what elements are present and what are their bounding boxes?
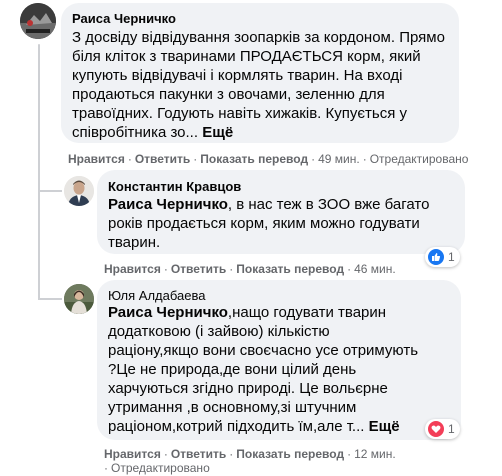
comment-author[interactable]: Раиса Черничко	[72, 11, 176, 27]
reply-link[interactable]: Ответить	[135, 152, 190, 166]
avatar[interactable]	[20, 3, 56, 39]
comment-actions-line2: · Отредактировано	[104, 461, 210, 475]
see-more-link[interactable]: Ещё	[202, 124, 233, 141]
timestamp[interactable]: 12 мин.	[354, 447, 396, 461]
reaction-count: 1	[448, 422, 455, 436]
comment-text: З досвіду відвідування зоопарків за корд…	[72, 28, 457, 142]
comment-actions: Нравится · Ответить · Показать перевод · 49 ми…	[68, 152, 469, 166]
thread-line	[38, 192, 40, 298]
reaction-summary[interactable]: 1	[425, 247, 460, 267]
comment-text-line: співробітника зо...	[72, 124, 199, 141]
timestamp[interactable]: 49 мин.	[318, 152, 360, 166]
translate-link[interactable]: Показать перевод	[236, 262, 344, 276]
mention-link[interactable]: Раиса Черничко	[108, 196, 228, 213]
reaction-summary[interactable]: 1	[425, 419, 460, 439]
like-link[interactable]: Нравится	[104, 447, 161, 461]
comment-text-line: З досвіду відвідування зоопарків за корд…	[72, 29, 445, 46]
timestamp[interactable]: 46 мин.	[354, 262, 396, 276]
thread-line	[38, 44, 40, 194]
comment-text-line: тварин.	[108, 234, 161, 251]
like-icon	[427, 248, 445, 266]
comment-text-line: додатковою (і зайвою) кількістю	[108, 323, 330, 340]
mention-link[interactable]: Раиса Черничко	[108, 304, 228, 321]
comment-actions: Нравится · Ответить · Показать перевод · 46 ми…	[104, 262, 396, 276]
comment-text-line: харчуються згідно природі. Це вольєрне	[108, 380, 388, 397]
comment-text: Раиса Черничко, в нас теж в ЗОО вже бага…	[108, 195, 463, 252]
comment-text-line: раціоном,котрий підходить їм,але т...	[108, 418, 365, 435]
comment-author[interactable]: Константин Кравцов	[108, 179, 241, 195]
comment-text-line: продаються пакунки з овочами, зеленню дл…	[72, 86, 385, 103]
like-link[interactable]: Нравится	[104, 262, 161, 276]
love-icon	[427, 420, 445, 438]
comment-author[interactable]: Юля Алдабаева	[108, 288, 205, 304]
reaction-count: 1	[448, 250, 455, 264]
thread-line	[38, 298, 62, 300]
comment-text-line: утримання ,в основному,зі штучним	[108, 399, 357, 416]
comment-text-line: , в нас теж в ЗОО вже багато	[227, 196, 430, 213]
see-more-link[interactable]: Ещё	[369, 418, 400, 435]
comment-actions: Нравится · Ответить · Показать перевод · 12 ми…	[104, 447, 396, 461]
reply-link[interactable]: Ответить	[171, 262, 226, 276]
avatar[interactable]	[64, 284, 94, 314]
comment-text-line: травоїдних. Годують навіть хижаків. Купу…	[72, 105, 407, 122]
comment-text-line: ?Це не природа,де вони цілий день	[108, 361, 357, 378]
comment-text: Раиса Черничко,нащо годувати тварин дода…	[108, 303, 458, 436]
comment-text-line: ,нащо годувати тварин	[227, 304, 387, 321]
translate-link[interactable]: Показать перевод	[236, 447, 344, 461]
comment-text-line: років продається корм, яким можно годува…	[108, 215, 420, 232]
reply-link[interactable]: Ответить	[171, 447, 226, 461]
edited-label: Отредактировано	[369, 152, 469, 166]
thread-line	[38, 190, 62, 192]
comment-text-line: біля кліток з тваринами ПРОДАЄТЬСЯ корм,…	[72, 48, 421, 65]
comment-text-line: раціону,якщо вони своєчасно усе отримуют…	[108, 342, 419, 359]
comment-text-line: купують відвідувачі і кормлять тварин. Н…	[72, 67, 403, 84]
translate-link[interactable]: Показать перевод	[200, 152, 308, 166]
comments-section: Раиса Черничко З досвіду відвідування зо…	[0, 0, 502, 476]
edited-label: Отредактировано	[111, 461, 210, 475]
like-link[interactable]: Нравится	[68, 152, 125, 166]
avatar[interactable]	[64, 176, 94, 206]
